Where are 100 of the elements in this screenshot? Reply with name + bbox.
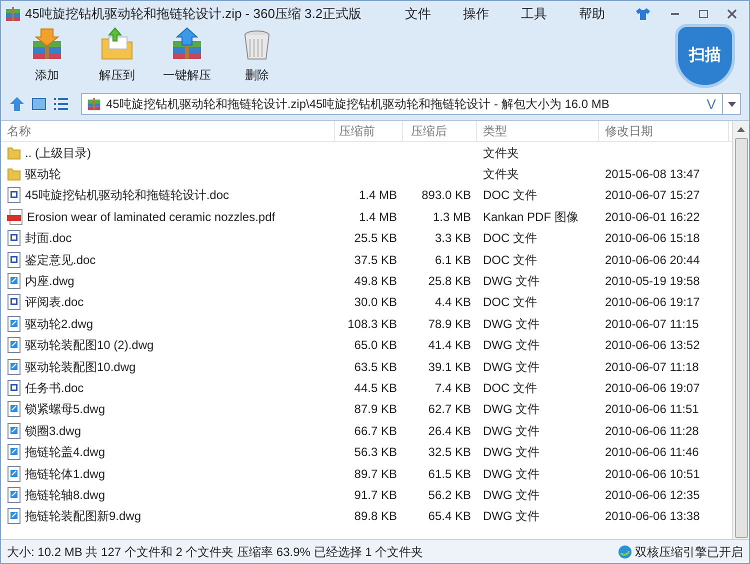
size-cell-text: 91.7 KB [354,486,397,504]
type-cell: DOC 文件 [483,380,537,395]
pdf-file-icon [7,208,23,225]
column-header[interactable]: 压缩后 [403,121,477,141]
packed-size-cell-text: 7.4 KB [434,380,471,397]
date-cell: 2010-06-06 15:18 [605,231,700,246]
size-cell-text: 87.9 KB [354,401,397,418]
packed-size-cell-text: 61.5 KB [428,466,471,483]
toolbar-button[interactable]: 一键解压 [153,27,221,87]
drawing-file-icon [7,273,21,290]
toolbar-button[interactable]: 解压到 [83,27,151,87]
scrollbar[interactable] [732,121,749,539]
type-cell: DWG 文件 [483,445,540,460]
file-name[interactable]: 鉴定意见.doc [25,250,96,269]
file-name[interactable]: 评阅表.doc [25,293,84,312]
scan-button[interactable]: 扫描 [675,24,735,88]
date-cell: 2010-06-06 13:38 [605,509,700,524]
file-name[interactable]: 锁紧螺母5.dwg [25,400,106,418]
packed-size-cell-text: 32.5 KB [428,444,471,462]
date-cell: 2010-06-06 13:52 [605,338,700,352]
file-name[interactable]: 锁圈3.dwg [25,422,82,440]
file-name[interactable]: 任务书.doc [25,378,84,397]
type-cell: 文件夹 [483,167,519,182]
type-cell: DWG 文件 [483,316,540,331]
menu-item[interactable]: 操作 [449,4,503,24]
date-cell: 2010-06-06 11:28 [605,424,699,438]
menu-item[interactable]: 文件 [391,4,445,24]
drawing-file-icon [7,422,21,439]
date-cell: 2010-06-06 20:44 [605,252,700,267]
packed-size-cell-text: 1.3 MB [432,208,471,226]
date-cell: 2010-06-06 12:35 [605,488,700,502]
toolbar-button[interactable]: 删除 [223,27,291,87]
packed-size-cell-text: 6.1 KB [434,252,471,269]
date-cell: 2010-06-07 11:15 [605,316,699,331]
drawing-file-icon [7,508,21,524]
type-cell: DWG 文件 [483,360,540,374]
up-arrow-icon[interactable] [9,96,25,112]
file-name[interactable]: .. (上级目录) [25,144,91,162]
toolbar-button[interactable]: 添加 [13,27,81,87]
column-header[interactable]: 压缩前 [335,121,403,141]
size-cell-text: 56.3 KB [354,444,397,462]
size-cell-text: 63.5 KB [354,358,397,376]
file-name[interactable]: 拖链轮体1.dwg [25,464,106,483]
type-cell: DWG 文件 [483,338,540,352]
document-icon [7,294,21,310]
list-view-icon[interactable] [53,96,69,112]
archive-icon [86,97,102,111]
packed-size-cell-text: 4.4 KB [434,294,471,312]
caret-icon [728,102,736,106]
file-name[interactable]: 拖链轮轴8.dwg [25,486,106,504]
size-cell-text: 108.3 KB [348,316,397,333]
address-field[interactable]: 45吨旋挖钻机驱动轮和拖链轮设计.zip\45吨旋挖钻机驱动轮和拖链轮设计 - 解包大小为 16.0 MB V [81,93,741,115]
folder-icon [7,167,21,182]
file-name[interactable]: 拖链轮盖4.dwg [25,443,106,462]
document-icon [7,230,21,246]
type-cell: DOC 文件 [483,252,537,267]
packed-size-cell-text: 56.2 KB [428,486,471,504]
column-header[interactable]: 修改日期 [599,121,729,141]
drawing-file-icon [7,466,21,482]
drawing-file-icon [7,316,21,332]
menu-item[interactable]: 帮助 [565,4,619,24]
type-cell: 文件夹 [483,146,519,160]
packed-size-cell-text: 3.3 KB [434,230,471,248]
scroll-up-icon[interactable] [737,127,745,132]
size-cell-text: 25.5 KB [354,230,397,248]
shirt-icon[interactable] [635,7,651,21]
size-cell-text: 49.8 KB [354,273,397,290]
packed-size-cell-text: 893.0 KB [422,187,471,204]
date-cell: 2010-06-06 10:51 [605,466,700,481]
engine-logo-icon [618,544,632,558]
file-name[interactable]: 驱动轮2.dwg [25,314,94,333]
file-name[interactable]: 封面.doc [25,229,72,248]
date-cell: 2010-06-06 11:51 [605,402,699,416]
type-cell: Kankan PDF 图像 [483,210,578,224]
type-cell: DWG 文件 [483,424,540,438]
drawing-file-icon [7,401,21,418]
menu-item[interactable]: 工具 [507,4,561,24]
file-name[interactable]: 驱动轮装配图10 (2).dwg [25,336,154,354]
file-name[interactable]: 拖链轮装配图新9.dwg [25,507,142,526]
size-cell-text: 44.5 KB [354,380,397,397]
column-header[interactable]: 类型 [477,121,599,141]
type-cell: DWG 文件 [483,488,540,502]
file-name[interactable]: 驱动轮装配图10.dwg [25,358,136,376]
status-summary: 大小: 10.2 MB 共 127 个文件和 2 个文件夹 压缩率 63.9% 已经选择 1 个文件夹 [7,544,424,560]
size-cell-text: 1.4 MB [358,208,397,226]
packed-size-cell-text: 25.8 KB [428,273,471,290]
date-cell: 2010-06-06 19:17 [605,295,700,310]
large-view-icon[interactable] [31,96,47,112]
engine-status: 双核压缩引擎已开启 [635,544,743,560]
type-cell: DWG 文件 [483,402,540,416]
file-name[interactable]: Erosion wear of laminated ceramic nozzles.pdf [27,208,276,226]
column-header[interactable]: 名称 [1,121,335,141]
document-icon [7,380,21,396]
file-name[interactable]: 内座.dwg [25,272,74,290]
dropdown-glyph[interactable]: V [700,94,722,114]
type-cell: DOC 文件 [483,295,537,310]
file-name[interactable]: 45吨旋挖钻机驱动轮和拖链轮设计.doc [25,186,230,204]
document-icon [7,187,21,204]
date-cell: 2010-05-19 19:58 [605,274,700,288]
file-name[interactable]: 驱动轮 [25,165,61,184]
